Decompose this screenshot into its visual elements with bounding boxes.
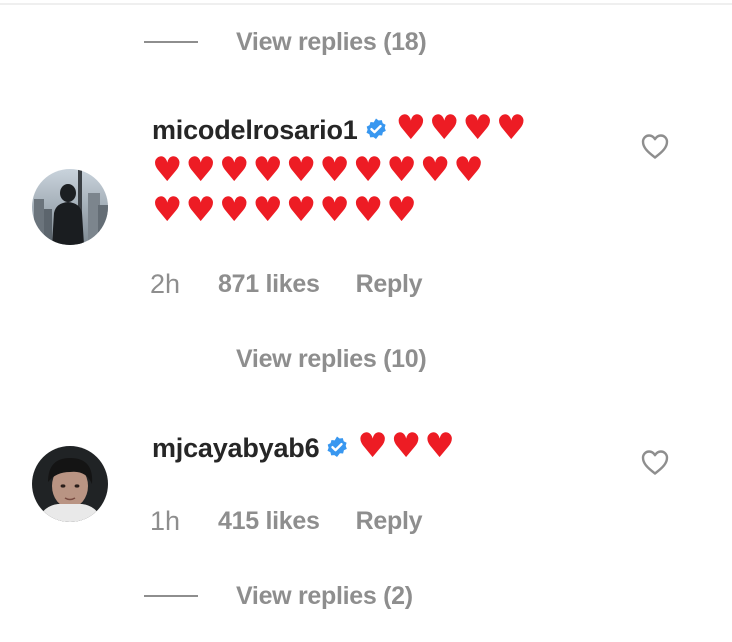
username[interactable]: mjcayabyab6: [152, 433, 320, 463]
view-replies-button[interactable]: View replies (18): [144, 24, 427, 60]
likes-count[interactable]: 415 likes: [218, 507, 320, 536]
like-heart-icon[interactable]: [640, 132, 670, 160]
verified-badge-icon: [364, 112, 388, 139]
comment-meta: 1h 415 likes Reply: [150, 503, 423, 539]
comment-mjcayabyab6: mjcayabyab6 ♥♥♥: [152, 426, 602, 468]
view-replies-label: View replies (10): [236, 344, 427, 373]
comment-timestamp: 2h: [150, 268, 181, 299]
heart-emojis: ♥♥♥♥♥♥♥♥♥♥: [152, 150, 487, 190]
comment-line-1: micodelrosario1 ♥♥♥♥: [152, 108, 602, 150]
heart-emojis: ♥♥♥: [357, 426, 458, 466]
comment-meta: 2h 871 likes Reply: [150, 266, 423, 302]
comment-line-1: mjcayabyab6 ♥♥♥: [152, 426, 602, 468]
replies-dash: [144, 41, 198, 43]
heart-emojis: ♥♥♥♥♥♥♥♥: [152, 190, 420, 230]
top-divider: [0, 0, 732, 5]
comment-timestamp: 1h: [150, 505, 181, 536]
reply-button[interactable]: Reply: [356, 507, 423, 536]
like-heart-icon[interactable]: [640, 448, 670, 476]
avatar-micodelrosario1[interactable]: [32, 169, 108, 245]
username[interactable]: micodelrosario1: [152, 115, 358, 145]
view-replies-label: View replies (18): [236, 27, 427, 56]
comment-micodelrosario1: micodelrosario1 ♥♥♥♥ ♥♥♥♥♥♥♥♥♥♥ ♥♥♥♥♥♥♥♥: [152, 108, 602, 230]
replies-dash: [144, 595, 198, 597]
likes-count[interactable]: 871 likes: [218, 270, 320, 299]
view-replies-label: View replies (2): [236, 581, 413, 610]
view-replies-button[interactable]: View replies (2): [144, 578, 413, 614]
reply-button[interactable]: Reply: [356, 270, 423, 299]
heart-emojis: ♥♥♥♥: [395, 108, 530, 148]
view-replies-button[interactable]: View replies (10): [236, 341, 427, 377]
avatar-mjcayabyab6[interactable]: [32, 446, 108, 522]
verified-badge-icon: [325, 430, 349, 457]
